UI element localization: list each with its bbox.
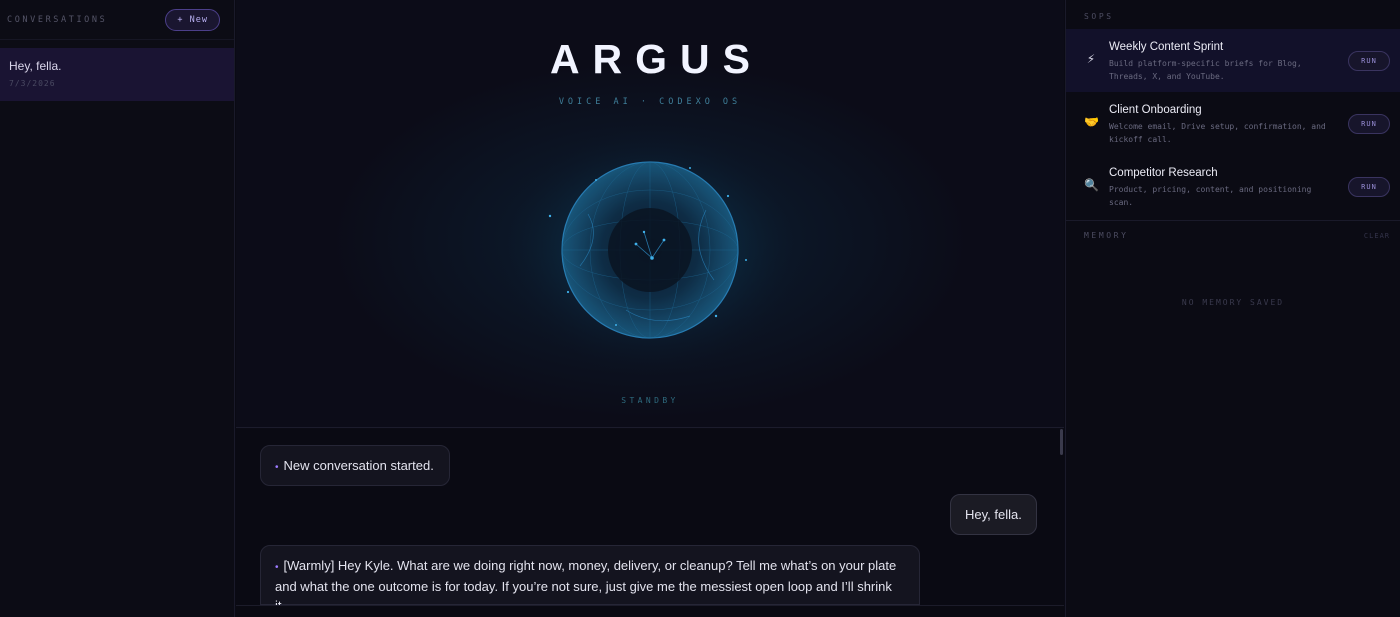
sops-header: SOPS [1066,0,1400,29]
system-message: • New conversation started. [260,445,450,486]
assistant-message: • [Warmly] Hey Kyle. What are we doing ri… [260,545,920,613]
lightning-icon: ⚡ [1086,52,1096,66]
message-text: Hey, fella. [965,507,1022,522]
composer-divider [236,605,1064,617]
conversation-title: Hey, fella. [9,59,62,73]
sop-description: Build platform-specific briefs for Blog,… [1109,59,1302,81]
main-panel: ARGUS VOICE AI · CODEXO OS STANDBY • New… [236,0,1064,617]
sop-item-client-onboarding[interactable]: 🤝 Client Onboarding Welcome email, Drive… [1066,92,1400,155]
message-text: New conversation started. [283,458,434,473]
memory-empty-state: NO MEMORY SAVED [1181,298,1285,307]
memory-title: MEMORY [1084,231,1129,240]
clear-memory-button[interactable]: CLEAR [1364,232,1390,240]
sidebar-title: CONVERSATIONS [7,14,108,25]
conversation-date: 7/3/2026 [9,79,56,88]
argus-app: CONVERSATIONS + New Hey, fella. 7/3/2026… [0,0,1400,617]
sop-item-competitor-research[interactable]: 🔍 Competitor Research Product, pricing, … [1066,155,1400,218]
run-sop-button[interactable]: RUN [1348,51,1390,71]
sop-item-weekly-content-sprint[interactable]: ⚡ Weekly Content Sprint Build platform-s… [1066,29,1400,92]
orb-graphic [496,125,806,375]
run-sop-button[interactable]: RUN [1348,177,1390,197]
memory-header: MEMORY CLEAR [1066,220,1400,250]
sop-description: Product, pricing, content, and positioni… [1109,185,1312,207]
conversations-sidebar: CONVERSATIONS + New Hey, fella. 7/3/2026 [0,0,235,617]
chat-transcript[interactable]: • New conversation started. Hey, fella. •… [236,429,1064,613]
brand-title: ARGUS [549,36,764,82]
chat-scrollbar[interactable] [1060,429,1063,455]
sops-title: SOPS [1084,12,1114,21]
voice-status: STANDBY [621,396,679,405]
sidebar-header: CONVERSATIONS + New [0,0,234,40]
new-conversation-button[interactable]: + New [165,8,220,31]
run-sop-button[interactable]: RUN [1348,114,1390,134]
conversation-item[interactable]: Hey, fella. 7/3/2026 [0,48,234,101]
right-panel: SOPS ⚡ Weekly Content Sprint Build platf… [1065,0,1400,617]
magnifier-icon: 🔍 [1084,178,1099,192]
bullet-icon: • [275,562,279,573]
user-message: Hey, fella. [950,494,1037,535]
voice-orb[interactable] [476,120,826,380]
voice-hero: ARGUS VOICE AI · CODEXO OS STANDBY [236,0,1064,428]
brand-tagline: VOICE AI · CODEXO OS [558,97,742,107]
bullet-icon: • [275,462,279,473]
handshake-icon: 🤝 [1084,115,1099,129]
sop-description: Welcome email, Drive setup, confirmation… [1109,122,1326,144]
